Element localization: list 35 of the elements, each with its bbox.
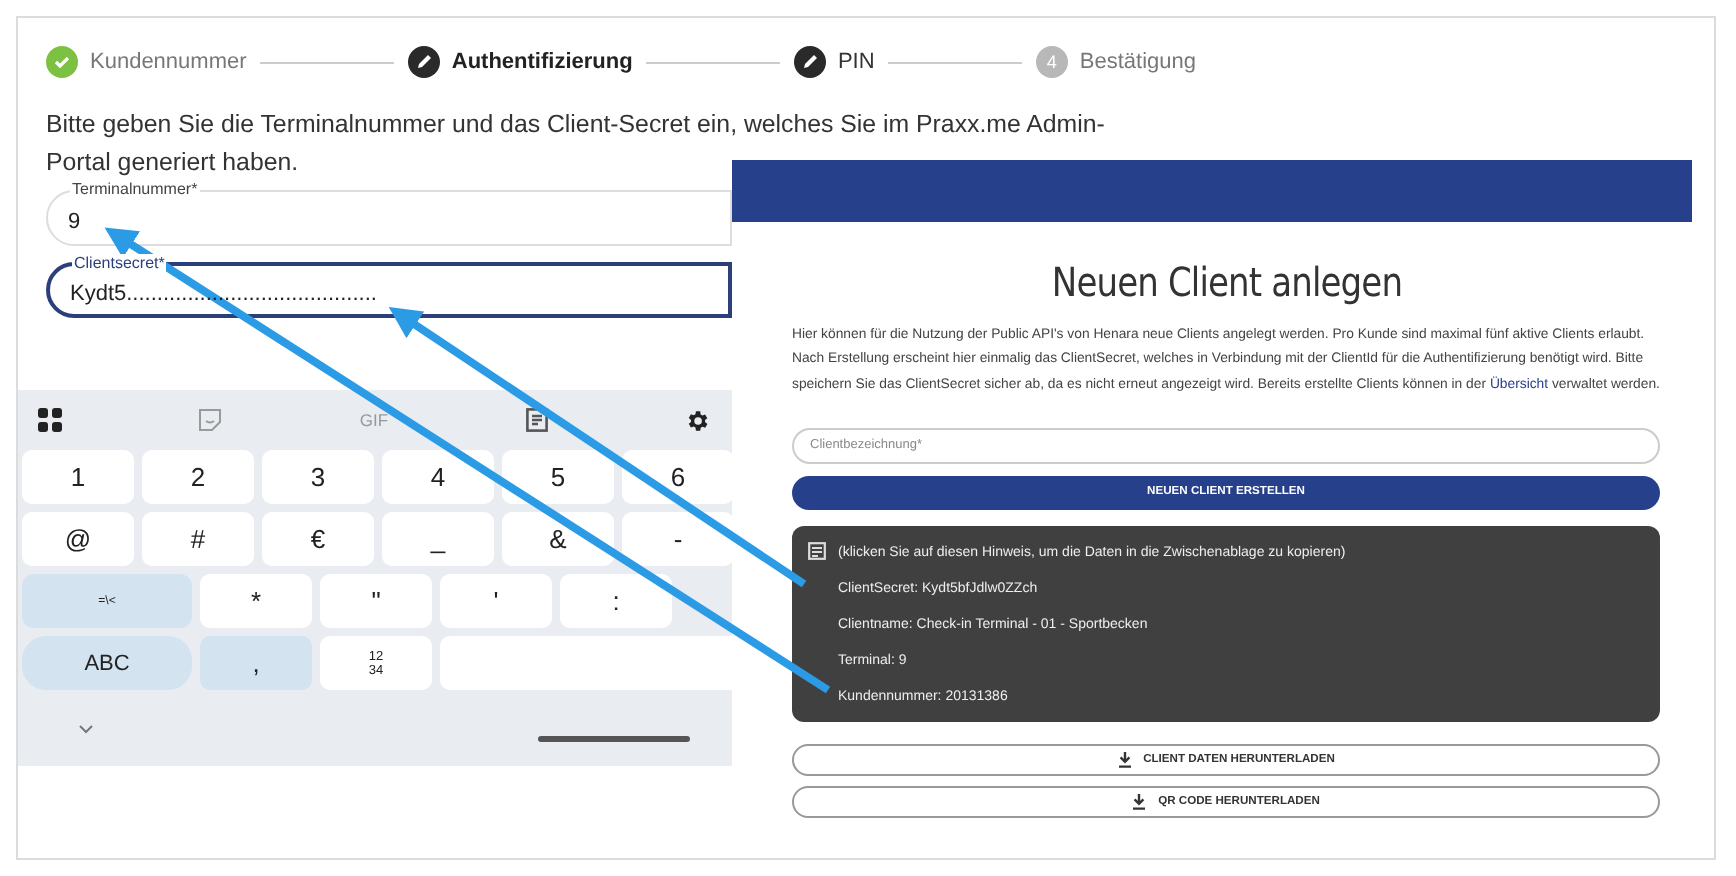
key[interactable]: ' [440, 574, 552, 628]
key[interactable]: 1 [22, 450, 134, 504]
field-label: Terminalnummer* [70, 180, 200, 200]
clipboard-icon[interactable] [525, 408, 548, 432]
step-label: Bestätigung [1079, 50, 1196, 74]
key[interactable]: * [200, 574, 312, 628]
clipboard-icon [808, 542, 826, 565]
settings-icon[interactable] [683, 407, 710, 433]
key[interactable]: 4 [382, 450, 494, 504]
home-bar[interactable] [538, 735, 690, 741]
key[interactable]: 2 [142, 450, 254, 504]
step-label: PIN [837, 50, 875, 74]
step-number: 4 [1035, 46, 1068, 78]
chevron-down-icon[interactable] [78, 723, 94, 733]
key[interactable]: 3 [262, 450, 374, 504]
field-label: Clientsecret* [72, 254, 167, 274]
step-label: Authentifizierung [451, 50, 633, 74]
download-icon [1117, 751, 1132, 768]
instruction-text: Bitte geben Sie die Terminalnummer und das Client-Secret ein, welches Sie im Praxx.me Admin-Portal generiert haben. [46, 108, 1107, 180]
key[interactable]: & [502, 512, 614, 566]
key[interactable]: " [320, 574, 432, 628]
download-icon [1132, 793, 1147, 810]
key[interactable]: € [262, 512, 374, 566]
key[interactable]: : [560, 574, 672, 628]
key[interactable]: _ [382, 512, 494, 566]
panel-title: Neuen Client anlegen [1049, 258, 1405, 306]
key[interactable]: 5 [502, 450, 614, 504]
key[interactable]: - [622, 512, 734, 566]
key[interactable]: , [200, 636, 312, 690]
grid-icon[interactable] [38, 408, 62, 432]
key[interactable]: # [142, 512, 254, 566]
step-label: Kundennummer [90, 50, 247, 74]
key[interactable]: ABC [22, 636, 192, 690]
field-value: 9 [68, 208, 81, 234]
key[interactable]: @ [22, 512, 134, 566]
